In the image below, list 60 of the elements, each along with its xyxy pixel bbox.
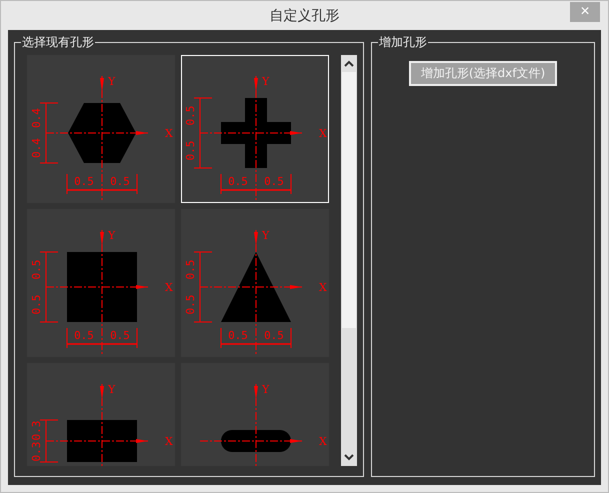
window-title: 自定义孔形 — [270, 6, 340, 24]
dimension-label: 0.4 — [30, 138, 43, 158]
dimension-label: 0.5 — [228, 329, 248, 342]
dimension-label: 0.5 — [30, 260, 43, 280]
scroll-up-icon[interactable] — [344, 60, 354, 67]
axis-label: Y — [108, 229, 116, 242]
dimension-line — [194, 252, 212, 322]
axis-label: Y — [108, 75, 116, 88]
dimension-label: 0.5 — [110, 175, 130, 188]
dimension-label: 0.5 — [74, 329, 94, 342]
dimension-label: 0.5 — [228, 175, 248, 188]
hole-shape-tile[interactable]: X Y 0.30.3 — [27, 363, 175, 466]
close-button[interactable]: × — [570, 2, 600, 22]
shape-drawing — [221, 252, 291, 322]
dimension-line — [40, 102, 58, 164]
axis-label: X — [319, 435, 327, 448]
dimension-label: 0.5 — [264, 329, 284, 342]
dimension-line — [66, 174, 138, 194]
dimension-label: 0.5 — [184, 140, 197, 160]
axis-label: X — [165, 127, 173, 140]
shape-drawing — [67, 252, 137, 322]
dimension-label: 0.4 — [30, 108, 43, 128]
group-legend: 增加孔形 — [378, 34, 428, 51]
dimension-line — [66, 328, 138, 348]
axis-label: X — [165, 281, 173, 294]
scroll-thumb[interactable] — [342, 72, 356, 328]
dimension-line — [40, 252, 58, 322]
hole-shape-tile[interactable]: X Y 0.4 0.4 0.5 0.5 — [27, 55, 175, 203]
add-shape-button[interactable]: 增加孔形(选择dxf文件) — [408, 61, 558, 86]
axis-label: Y — [262, 383, 270, 396]
group-legend: 选择现有孔形 — [21, 34, 95, 51]
axis-label: X — [165, 435, 173, 448]
hole-shape-tile[interactable]: X Y 0.5 0.5 0.5 0.5 — [181, 209, 329, 357]
shape-drawing — [221, 98, 291, 168]
dimension-line — [194, 98, 212, 168]
axis-label: Y — [108, 383, 116, 396]
axis-label: X — [319, 281, 327, 294]
dimension-label: 0.5 — [30, 294, 43, 314]
dimension-label: 0.5 — [110, 329, 130, 342]
dimension-line — [40, 420, 58, 462]
dimension-label: 0.5 — [184, 294, 197, 314]
dimension-label: 0.5 — [184, 260, 197, 280]
axis-label: Y — [262, 75, 270, 88]
dimension-label: 0.3 — [30, 442, 43, 462]
dimension-label: 0.5 — [264, 175, 284, 188]
dimension-line — [220, 174, 292, 194]
shape-drawing — [68, 103, 136, 163]
shape-drawing — [67, 420, 137, 462]
hole-shape-tile[interactable]: X Y — [181, 363, 329, 466]
scrollbar[interactable] — [341, 55, 357, 466]
dimension-label: 0.5 — [74, 175, 94, 188]
shape-drawing — [221, 430, 291, 452]
axis-label: X — [319, 127, 327, 140]
scroll-down-icon[interactable] — [344, 454, 354, 461]
dimension-label: 0.5 — [184, 106, 197, 126]
hole-shape-tile[interactable]: X Y 0.5 0.5 0.5 0.5 — [181, 55, 329, 203]
hole-shape-tile[interactable]: X Y 0.5 0.5 0.5 0.5 — [27, 209, 175, 357]
axis-label: Y — [262, 229, 270, 242]
dimension-line — [220, 328, 292, 348]
dimension-label: 0.3 — [30, 420, 43, 440]
